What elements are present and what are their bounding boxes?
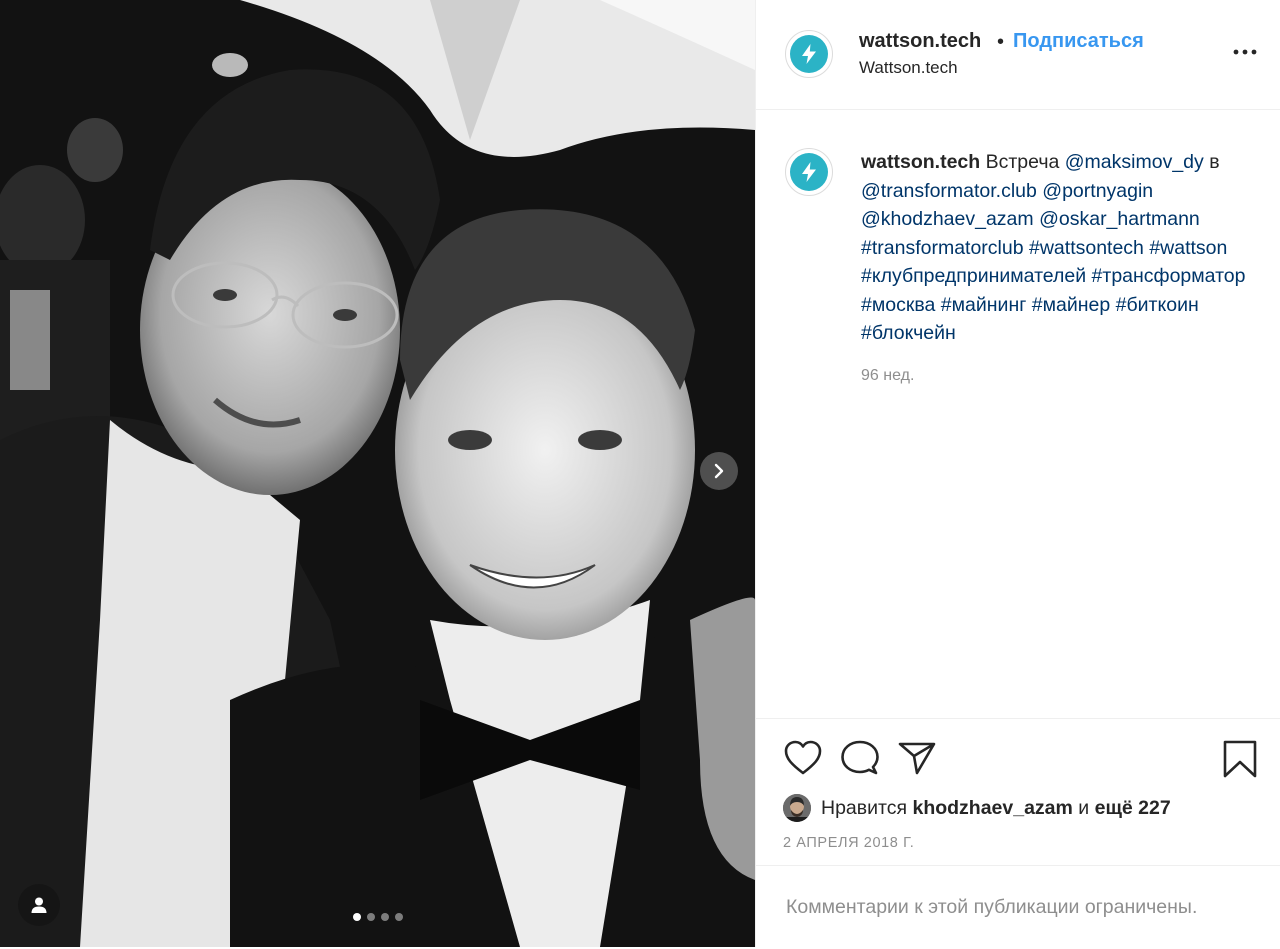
carousel-dot <box>366 913 375 921</box>
likes-prefix: Нравится <box>821 796 908 819</box>
account-avatar[interactable] <box>785 30 833 78</box>
comment-icon[interactable] <box>840 739 880 777</box>
hashtag-link[interactable]: #блокчейн <box>861 322 956 344</box>
hashtag-link[interactable]: #wattson <box>1149 237 1227 259</box>
post-actions-section: Нравится khodzhaev_azam и ещё 227 2 АПРЕ… <box>756 718 1280 948</box>
post-details-panel: wattson.tech • Подписаться Wattson.tech … <box>755 0 1280 947</box>
instagram-post: wattson.tech • Подписаться Wattson.tech … <box>0 0 1280 947</box>
likes-text[interactable]: Нравится khodzhaev_azam и ещё 227 <box>821 797 1171 820</box>
post-photo[interactable] <box>0 0 755 947</box>
separator-dot: • <box>997 31 1005 53</box>
hashtag-link[interactable]: #трансформатор <box>1092 265 1246 287</box>
share-send-icon[interactable] <box>897 739 937 777</box>
mention-link[interactable]: @khodzhaev_azam <box>861 208 1034 230</box>
liker-avatar-image <box>783 794 811 822</box>
mention-link[interactable]: @portnyagin <box>1042 180 1153 202</box>
bookmark-save-icon[interactable] <box>1222 739 1258 779</box>
hashtag-link[interactable]: #майнинг <box>941 294 1027 316</box>
caption-avatar[interactable] <box>785 148 833 196</box>
hashtag-link[interactable]: #transformatorclub <box>861 237 1024 259</box>
photo-image <box>0 0 755 947</box>
caption-text: wattson.tech Встреча @maksimov_dy в @tra… <box>861 148 1256 348</box>
carousel-next-button[interactable] <box>700 452 738 490</box>
likes-summary: Нравится khodzhaev_azam и ещё 227 <box>783 793 1171 823</box>
likes-and: и <box>1078 796 1090 819</box>
liker-avatar[interactable] <box>783 794 811 822</box>
mention-link[interactable]: @oskar_hartmann <box>1039 208 1200 230</box>
account-username[interactable]: wattson.tech <box>859 30 981 53</box>
post-date[interactable]: 2 АПРЕЛЯ 2018 Г. <box>783 835 914 851</box>
comments-restricted-text: Комментарии к этой публикации ограничены… <box>786 896 1198 918</box>
like-heart-icon[interactable] <box>783 739 823 777</box>
liker-username[interactable]: khodzhaev_azam <box>912 797 1072 819</box>
more-options-icon[interactable] <box>1232 42 1258 62</box>
hashtag-link[interactable]: #wattsontech <box>1029 237 1144 259</box>
chevron-right-icon <box>714 463 724 479</box>
carousel-dot <box>394 913 403 921</box>
post-header: wattson.tech • Подписаться Wattson.tech <box>756 0 1280 110</box>
mention-link[interactable]: @maksimov_dy <box>1065 151 1204 173</box>
caption-in: в <box>1209 151 1220 173</box>
carousel-dot <box>380 913 389 921</box>
caption-username[interactable]: wattson.tech <box>861 151 980 173</box>
likes-count[interactable]: ещё 227 <box>1095 797 1171 819</box>
user-icon <box>31 897 47 913</box>
hashtag-link[interactable]: #москва <box>861 294 935 316</box>
follow-button[interactable]: Подписаться <box>1013 30 1144 53</box>
hashtag-link[interactable]: #биткоин <box>1116 294 1199 316</box>
hashtag-link[interactable]: #клубпредпринимателей <box>861 265 1086 287</box>
comments-restricted-area: Комментарии к этой публикации ограничены… <box>756 865 1280 949</box>
account-display-name: Wattson.tech <box>859 58 958 77</box>
mention-link[interactable]: @transformator.club <box>861 180 1037 202</box>
lightning-icon <box>802 162 816 182</box>
carousel-indicator <box>0 913 755 921</box>
hashtag-link[interactable]: #майнер <box>1032 294 1110 316</box>
carousel-dot <box>352 913 361 921</box>
lightning-icon <box>802 44 816 64</box>
caption-intro: Встреча <box>985 151 1060 173</box>
caption-age[interactable]: 96 нед. <box>861 367 914 385</box>
